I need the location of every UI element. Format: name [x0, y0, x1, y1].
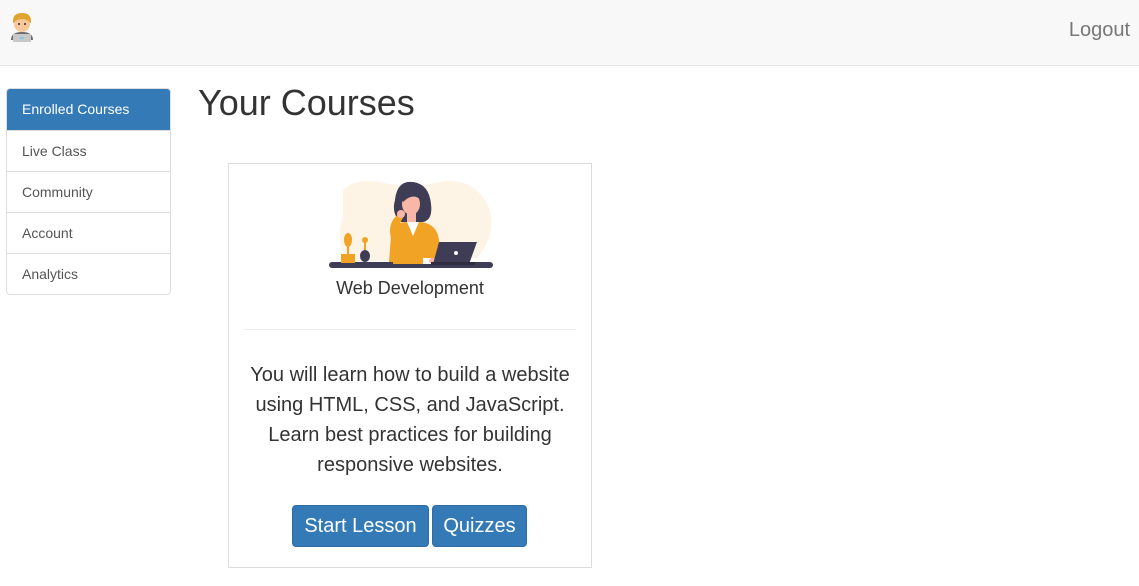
- card-divider: [244, 329, 576, 330]
- logout-link[interactable]: Logout: [1069, 19, 1130, 42]
- page-title: Your Courses: [198, 82, 415, 123]
- start-lesson-button[interactable]: Start Lesson: [292, 505, 429, 547]
- sidebar-nav: Enrolled Courses Live Class Community Ac…: [6, 88, 171, 295]
- quizzes-button[interactable]: Quizzes: [432, 505, 527, 547]
- top-navbar: Logout: [0, 0, 1139, 66]
- sidebar-item-enrolled-courses[interactable]: Enrolled Courses: [7, 89, 170, 130]
- sidebar-item-analytics[interactable]: Analytics: [7, 253, 170, 294]
- course-card: Web Development You will learn how to bu…: [228, 163, 592, 568]
- course-description: You will learn how to build a website us…: [250, 364, 570, 476]
- sidebar-item-community[interactable]: Community: [7, 171, 170, 212]
- sidebar-item-account[interactable]: Account: [7, 212, 170, 253]
- man-technologist-icon[interactable]: [8, 10, 36, 42]
- sidebar-item-live-class[interactable]: Live Class: [7, 130, 170, 171]
- woman-at-laptop-illustration: [327, 178, 495, 272]
- course-name: Web Development: [336, 278, 484, 298]
